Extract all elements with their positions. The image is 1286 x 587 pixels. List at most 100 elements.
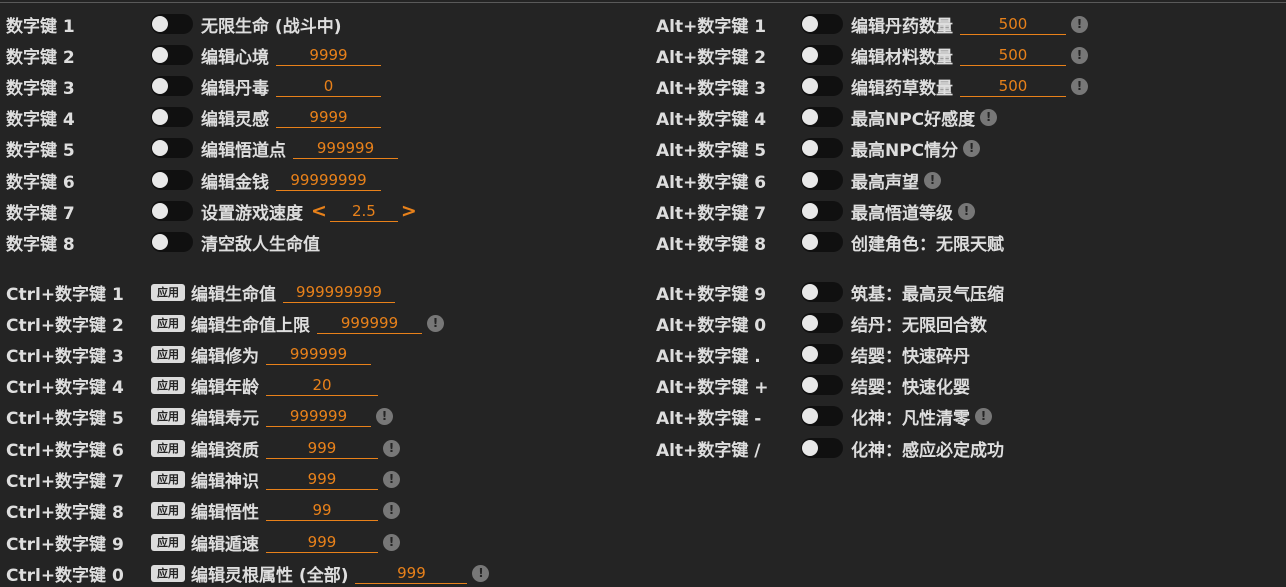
hotkey-label: 数字键 5 <box>6 140 75 161</box>
info-icon: ! <box>383 439 400 457</box>
increase-arrow-icon[interactable]: > <box>401 200 417 222</box>
toggle-switch[interactable] <box>801 375 843 395</box>
control-group: 创建角色：无限天赋 <box>801 230 1004 255</box>
value-input[interactable]: 2.5 <box>329 201 398 222</box>
value-input[interactable]: 99 <box>266 500 378 521</box>
value-input[interactable]: 9999 <box>276 45 381 66</box>
toggle-switch[interactable] <box>801 232 843 252</box>
toggle-switch[interactable] <box>801 170 843 190</box>
control-group: 应用 编辑生命值上限 999999! <box>151 311 444 336</box>
apply-button[interactable]: 应用 <box>151 314 185 332</box>
hotkey-row: Ctrl+数字键 3 应用 编辑修为 999999 <box>6 342 636 367</box>
hotkey-row: Alt+数字键 3 编辑药草数量 500! <box>656 74 1286 99</box>
hotkey-label: Ctrl+数字键 2 <box>6 315 124 336</box>
hotkey-label: 数字键 7 <box>6 203 75 224</box>
info-icon: ! <box>963 139 981 157</box>
hotkey-row: Ctrl+数字键 7 应用 编辑神识 999! <box>6 467 636 492</box>
value-input[interactable]: 9999 <box>276 107 381 128</box>
toggle-switch[interactable] <box>801 282 843 302</box>
apply-button[interactable]: 应用 <box>151 345 185 363</box>
hotkey-row: Alt+数字键 / 化神：感应必定成功 <box>656 436 1286 461</box>
toggle-switch[interactable] <box>151 14 193 34</box>
apply-button[interactable]: 应用 <box>151 501 185 519</box>
hotkey-label: Alt+数字键 / <box>656 440 761 461</box>
toggle-switch[interactable] <box>801 14 843 34</box>
hotkey-label: Alt+数字键 4 <box>656 109 767 130</box>
toggle-switch[interactable] <box>801 45 843 65</box>
hotkey-row: Alt+数字键 6 最高声望! <box>656 168 1286 193</box>
toggle-switch[interactable] <box>801 438 843 458</box>
value-input[interactable]: 999 <box>266 469 378 490</box>
value-input[interactable]: 999 <box>266 438 378 459</box>
control-group: 最高悟道等级! <box>801 199 975 224</box>
toggle-switch[interactable] <box>801 107 843 127</box>
hotkey-row: Alt+数字键 5 最高NPC情分! <box>656 136 1286 161</box>
control-group: 最高NPC情分! <box>801 136 981 161</box>
hotkey-label: 数字键 3 <box>6 78 75 99</box>
control-group: 编辑灵感 9999 <box>151 105 381 130</box>
value-input[interactable]: 20 <box>266 375 378 396</box>
control-group: 结婴：快速化婴 <box>801 373 970 398</box>
control-group: 应用 编辑修为 999999 <box>151 342 371 367</box>
apply-button[interactable]: 应用 <box>151 564 185 582</box>
toggle-switch[interactable] <box>151 45 193 65</box>
hotkey-row: Ctrl+数字键 2 应用 编辑生命值上限 999999! <box>6 311 636 336</box>
hotkey-row: 数字键 7 设置游戏速度 <2.5 > <box>6 199 636 224</box>
option-label: 结丹：无限回合数 <box>851 315 987 336</box>
decrease-arrow-icon[interactable]: < <box>311 200 327 222</box>
value-input[interactable]: 999999999 <box>283 282 395 303</box>
hotkey-label: Alt+数字键 3 <box>656 78 767 99</box>
toggle-switch[interactable] <box>151 76 193 96</box>
hotkey-row: 数字键 8 清空敌人生命值 <box>6 230 636 255</box>
control-group: 应用 编辑资质 999! <box>151 436 400 461</box>
toggle-switch[interactable] <box>801 406 843 426</box>
value-input[interactable]: 99999999 <box>276 170 381 191</box>
hotkey-row: Ctrl+数字键 4 应用 编辑年龄 20 <box>6 373 636 398</box>
info-icon: ! <box>1071 46 1088 64</box>
apply-button[interactable]: 应用 <box>151 283 185 301</box>
control-group: 编辑金钱 99999999 <box>151 168 381 193</box>
toggle-switch[interactable] <box>801 76 843 96</box>
value-input[interactable]: 500 <box>960 76 1066 97</box>
hotkey-label: Alt+数字键 8 <box>656 234 767 255</box>
value-input[interactable]: 999999 <box>266 406 371 427</box>
apply-button[interactable]: 应用 <box>151 407 185 425</box>
option-label: 编辑金钱 <box>201 172 269 193</box>
hotkey-label: 数字键 6 <box>6 172 75 193</box>
toggle-switch[interactable] <box>801 344 843 364</box>
toggle-switch[interactable] <box>801 313 843 333</box>
option-label: 编辑遁速 <box>191 534 259 555</box>
toggle-switch[interactable] <box>151 170 193 190</box>
toggle-switch[interactable] <box>151 107 193 127</box>
control-group: 应用 编辑遁速 999! <box>151 530 400 555</box>
hotkey-row: 数字键 5 编辑悟道点 999999 <box>6 136 636 161</box>
toggle-switch[interactable] <box>151 232 193 252</box>
toggle-switch[interactable] <box>801 201 843 221</box>
apply-button[interactable]: 应用 <box>151 376 185 394</box>
option-label: 无限生命 (战斗中) <box>201 16 342 37</box>
value-input[interactable]: 500 <box>960 45 1066 66</box>
apply-button[interactable]: 应用 <box>151 470 185 488</box>
hotkey-row: Alt+数字键 + 结婴：快速化婴 <box>656 373 1286 398</box>
hotkey-label: Ctrl+数字键 7 <box>6 471 124 492</box>
control-group: 应用 编辑悟性 99! <box>151 498 400 523</box>
info-icon: ! <box>980 108 998 126</box>
toggle-switch[interactable] <box>151 201 193 221</box>
value-input[interactable]: 999 <box>266 532 378 553</box>
value-input[interactable]: 0 <box>276 76 381 97</box>
apply-button[interactable]: 应用 <box>151 533 185 551</box>
toggle-switch[interactable] <box>801 138 843 158</box>
value-input[interactable]: 999999 <box>266 344 371 365</box>
apply-button[interactable]: 应用 <box>151 439 185 457</box>
option-label: 编辑悟性 <box>191 502 259 523</box>
control-group: 应用 编辑神识 999! <box>151 467 400 492</box>
value-input[interactable]: 999999 <box>293 138 398 159</box>
toggle-switch[interactable] <box>151 138 193 158</box>
value-input[interactable]: 999 <box>355 563 468 584</box>
value-input[interactable]: 999999 <box>317 313 422 334</box>
hotkey-label: 数字键 8 <box>6 234 75 255</box>
value-input[interactable]: 500 <box>960 14 1066 35</box>
hotkey-row: Alt+数字键 - 化神：凡性清零! <box>656 404 1286 429</box>
option-label: 结婴：快速碎丹 <box>851 346 970 367</box>
control-group: 应用 编辑寿元 999999! <box>151 404 393 429</box>
